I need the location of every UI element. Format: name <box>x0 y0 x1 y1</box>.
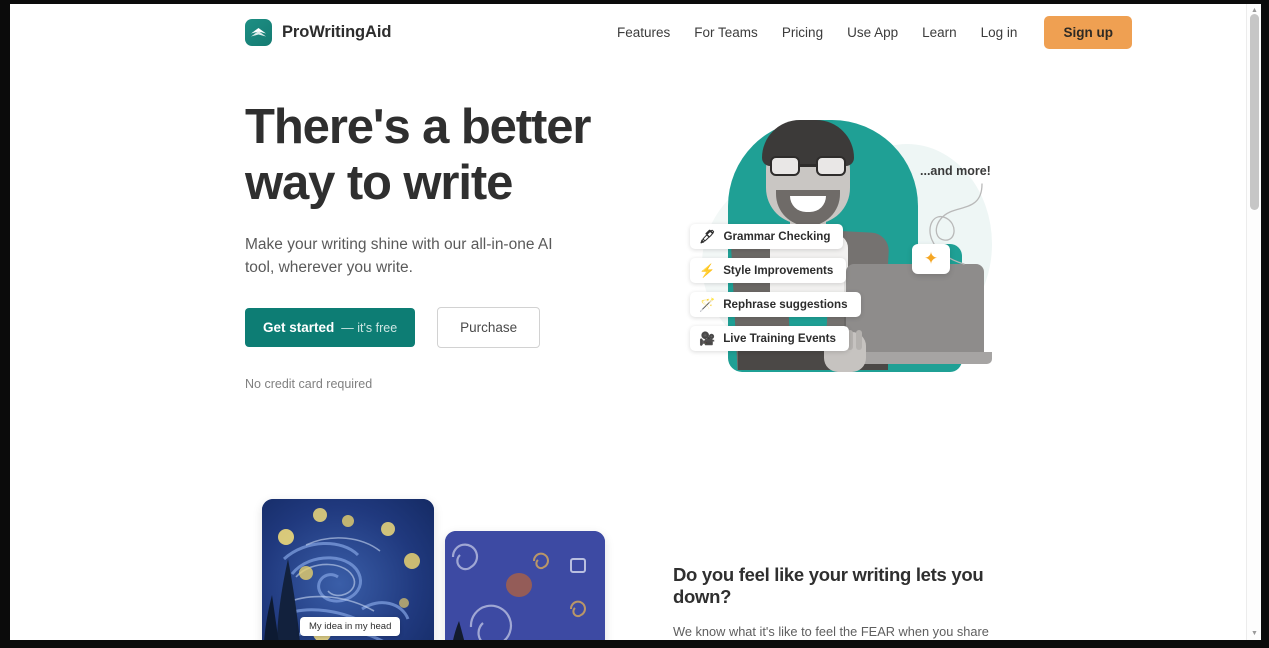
site-header: ProWritingAid Features For Teams Pricing… <box>10 4 1246 61</box>
window-bezel-bottom <box>0 640 1269 648</box>
page-viewport: ProWritingAid Features For Teams Pricing… <box>10 4 1261 640</box>
webpage-content: ProWritingAid Features For Teams Pricing… <box>10 4 1246 640</box>
get-started-button[interactable]: Get started — it's free <box>245 308 416 347</box>
lightning-bolt-icon: ⚡ <box>699 263 716 278</box>
hero-title-line2: way to write <box>245 156 513 210</box>
quill-pen-icon: 🖋 <box>699 229 716 244</box>
brand-logo[interactable]: ProWritingAid <box>245 19 391 46</box>
simple-drawing-card <box>445 531 605 640</box>
vertical-scrollbar[interactable]: ▲ ▼ <box>1246 4 1261 640</box>
brand-name: ProWritingAid <box>282 23 392 41</box>
scroll-up-arrow[interactable]: ▲ <box>1251 7 1258 14</box>
hero-subtitle: Make your writing shine with our all-in-… <box>245 236 553 276</box>
nav-link-pricing[interactable]: Pricing <box>770 25 835 40</box>
section2-body: We know what it's like to feel the FEAR … <box>673 624 989 639</box>
feature-card-rephrase-suggestions[interactable]: 🪄 Rephrase suggestions <box>690 292 861 317</box>
laptop-screen <box>846 264 984 360</box>
hero-illustration: ✦ ...and more! 🖋 Grammar Checking ⚡ Styl… <box>672 104 1022 394</box>
browser-window: ProWritingAid Features For Teams Pricing… <box>0 0 1269 648</box>
comparison-illustration: My idea in my head <box>255 499 605 640</box>
window-bezel-top <box>0 0 1269 4</box>
window-bezel-left <box>0 0 10 648</box>
nav-link-features[interactable]: Features <box>605 25 682 40</box>
main-navigation: Features For Teams Pricing Use App Learn… <box>605 16 1132 49</box>
nav-link-use-app[interactable]: Use App <box>835 25 910 40</box>
get-started-label: Get started <box>263 320 335 335</box>
feature-card-live-training-events[interactable]: 🎥 Live Training Events <box>690 326 849 351</box>
section2-copy: Do you feel like your writing lets you d… <box>673 564 1023 640</box>
feature-card-list: 🖋 Grammar Checking ⚡ Style Improvements … <box>690 224 861 360</box>
section2-title: Do you feel like your writing lets you d… <box>673 564 984 607</box>
sign-up-button[interactable]: Sign up <box>1044 16 1132 49</box>
feature-card-label: Style Improvements <box>723 264 834 277</box>
feature-card-grammar-checking[interactable]: 🖋 Grammar Checking <box>690 224 844 249</box>
starry-night-caption: My idea in my head <box>300 617 401 636</box>
nav-link-learn[interactable]: Learn <box>910 25 969 40</box>
feature-card-style-improvements[interactable]: ⚡ Style Improvements <box>690 258 847 283</box>
hero-actions: Get started — it's free Purchase <box>245 307 645 348</box>
hero-title: There's a better way to write <box>245 99 645 211</box>
glasses-icon <box>770 156 846 176</box>
video-camera-icon: 🎥 <box>699 331 716 346</box>
magic-wand-icon: 🪄 <box>699 297 716 312</box>
sparkles-icon: ✦ <box>912 244 950 274</box>
no-credit-card-note: No credit card required <box>245 377 373 391</box>
window-bezel-right <box>1261 0 1269 648</box>
feature-card-label: Live Training Events <box>723 332 836 345</box>
scroll-down-arrow[interactable]: ▼ <box>1251 630 1258 637</box>
hero-title-line1: There's a better <box>245 100 591 154</box>
feature-card-label: Grammar Checking <box>723 230 831 243</box>
get-started-suffix: — it's free <box>341 321 398 335</box>
purchase-button[interactable]: Purchase <box>437 307 541 348</box>
scrollbar-thumb[interactable] <box>1250 14 1259 210</box>
nav-link-for-teams[interactable]: For Teams <box>682 25 770 40</box>
nav-link-log-in[interactable]: Log in <box>969 25 1030 40</box>
prowritingaid-logo-icon <box>245 19 272 46</box>
and-more-label: ...and more! <box>920 164 991 178</box>
feature-card-label: Rephrase suggestions <box>723 298 848 311</box>
hero-copy: There's a better way to write Make your … <box>245 99 645 391</box>
